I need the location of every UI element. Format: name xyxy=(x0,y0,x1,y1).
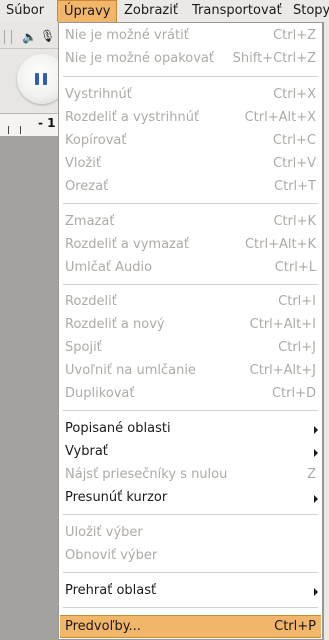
menu-item-delete[interactable]: Zmazať Ctrl+K xyxy=(60,211,321,233)
menu-item-labeled-regions[interactable]: Popisané oblasti xyxy=(60,418,321,440)
menu-item-redo[interactable]: Nie je možné opakovať Shift+Ctrl+Z xyxy=(60,48,321,70)
menu-item-undo[interactable]: Nie je možné vrátiť Ctrl+Z xyxy=(60,25,321,47)
menu-separator xyxy=(63,76,318,77)
menu-transport[interactable]: Transportovať xyxy=(186,0,288,22)
menu-item-label: Umlčať Audio xyxy=(65,260,153,275)
menu-item-label: Prehrať oblasť xyxy=(65,583,157,598)
menu-item-shortcut: Ctrl+V xyxy=(273,156,316,171)
menu-item-duplicate[interactable]: Duplikovať Ctrl+D xyxy=(60,383,321,405)
menu-item-shortcut: Shift+Ctrl+Z xyxy=(232,51,316,66)
menu-item-save-selection[interactable]: Uložiť výber xyxy=(60,522,321,544)
menu-tracks[interactable]: Stopy xyxy=(287,0,329,22)
menu-item-join[interactable]: Spojiť Ctrl+J xyxy=(60,337,321,359)
submenu-arrow-icon xyxy=(314,426,318,434)
microphone-icon: 🎙 xyxy=(40,29,56,43)
menubar: Súbor Úpravy Zobraziť Transportovať Stop… xyxy=(0,0,329,22)
menu-item-detach-at-silences[interactable]: Uvoľniť na umlčanie Ctrl+Alt+J xyxy=(60,360,321,382)
menu-separator xyxy=(63,284,318,285)
menu-item-shortcut: Z xyxy=(307,467,316,482)
menu-item-cut[interactable]: Vystrihnúť Ctrl+X xyxy=(60,84,321,106)
menu-item-silence-audio[interactable]: Umlčať Audio Ctrl+L xyxy=(60,257,321,279)
menu-item-shortcut: Ctrl+Alt+X xyxy=(244,110,316,125)
menu-item-copy[interactable]: Kopírovať Ctrl+C xyxy=(60,130,321,152)
menu-item-shortcut: Ctrl+I xyxy=(278,294,316,309)
menu-item-label: Orezať xyxy=(65,179,109,194)
menu-item-shortcut: Ctrl+Alt+K xyxy=(244,237,316,252)
menu-item-preferences[interactable]: Predvoľby... Ctrl+P xyxy=(60,615,321,638)
menu-item-label: Spojiť xyxy=(65,340,102,355)
menu-item-label: Rozdeliť xyxy=(65,294,117,309)
menu-separator xyxy=(63,607,318,608)
menu-item-shortcut: Ctrl+T xyxy=(274,179,316,194)
pause-bar-left xyxy=(35,73,39,85)
menu-separator xyxy=(63,203,318,204)
menu-item-label: Vybrať xyxy=(65,444,108,459)
menu-item-trim[interactable]: Orezať Ctrl+T xyxy=(60,176,321,198)
menu-item-find-zero-crossings[interactable]: Nájsť priesečníky s nulou Z xyxy=(60,464,321,486)
menu-item-label: Nie je možné vrátiť xyxy=(65,28,189,43)
menu-edit[interactable]: Úpravy xyxy=(57,0,118,22)
menu-item-label: Nie je možné opakovať xyxy=(65,51,214,66)
menu-item-label: Zmazať xyxy=(65,214,115,229)
ruler-tick xyxy=(8,126,9,134)
submenu-arrow-icon xyxy=(314,449,318,457)
menu-item-restore-selection[interactable]: Obnoviť výber xyxy=(60,545,321,567)
menu-item-label: Rozdeliť a vystrihnúť xyxy=(65,110,200,125)
menu-item-split[interactable]: Rozdeliť Ctrl+I xyxy=(60,291,321,313)
menu-item-split-new[interactable]: Rozdeliť a nový Ctrl+Alt+I xyxy=(60,314,321,336)
menu-item-label: Obnoviť výber xyxy=(65,548,158,563)
menu-item-shortcut: Ctrl+Alt+J xyxy=(249,363,316,378)
menu-item-label: Rozdeliť a vymazať xyxy=(65,237,189,252)
menu-item-label: Nájsť priesečníky s nulou xyxy=(65,467,228,482)
menu-item-split-cut[interactable]: Rozdeliť a vystrihnúť Ctrl+Alt+X xyxy=(60,107,321,129)
menu-item-label: Predvoľby... xyxy=(65,619,141,634)
menu-file[interactable]: Súbor xyxy=(0,0,50,22)
menu-item-shortcut: Ctrl+Alt+I xyxy=(249,317,316,332)
menu-item-label: Popisané oblasti xyxy=(65,421,171,436)
menu-separator xyxy=(63,514,318,515)
menu-item-label: Vystrihnúť xyxy=(65,87,132,102)
menu-item-paste[interactable]: Vložiť Ctrl+V xyxy=(60,153,321,175)
menu-item-label: Rozdeliť a nový xyxy=(65,317,165,332)
menu-item-shortcut: Ctrl+L xyxy=(274,260,316,275)
menu-item-shortcut: Ctrl+K xyxy=(273,214,316,229)
menu-separator xyxy=(63,410,318,411)
menu-item-shortcut: Ctrl+C xyxy=(272,133,316,148)
menu-item-play-region[interactable]: Prehrať oblasť xyxy=(60,580,321,602)
ruler-label: - 1 xyxy=(38,116,56,130)
menu-view[interactable]: Zobraziť xyxy=(118,0,184,22)
menu-item-label: Uvoľniť na umlčanie xyxy=(65,363,196,378)
menu-item-label: Vložiť xyxy=(65,156,101,171)
speaker-icon: 🔈 xyxy=(22,30,37,44)
toolbar-grip[interactable] xyxy=(4,30,12,44)
submenu-arrow-icon xyxy=(314,588,318,596)
menu-item-select[interactable]: Vybrať xyxy=(60,441,321,463)
submenu-arrow-icon xyxy=(314,495,318,503)
menu-item-shortcut: Ctrl+D xyxy=(271,386,316,401)
menu-item-shortcut: Ctrl+J xyxy=(278,340,316,355)
menu-item-label: Uložiť výber xyxy=(65,525,143,540)
menu-separator xyxy=(63,572,318,573)
menu-item-shortcut: Ctrl+X xyxy=(273,87,316,102)
edit-menu-dropdown: Nie je možné vrátiť Ctrl+Z Nie je možné … xyxy=(58,22,323,640)
window-edge xyxy=(323,22,329,640)
menu-item-split-delete[interactable]: Rozdeliť a vymazať Ctrl+Alt+K xyxy=(60,234,321,256)
track-area[interactable] xyxy=(0,136,60,640)
menu-item-shortcut: Ctrl+P xyxy=(274,619,316,634)
menu-item-label: Presunúť kurzor xyxy=(65,490,168,505)
menu-item-shortcut: Ctrl+Z xyxy=(273,28,316,43)
menu-item-label: Duplikovať xyxy=(65,386,135,401)
menu-item-move-cursor[interactable]: Presunúť kurzor xyxy=(60,487,321,509)
menu-item-label: Kopírovať xyxy=(65,133,127,148)
pause-bar-right xyxy=(43,73,47,85)
ruler-tick xyxy=(20,126,21,134)
